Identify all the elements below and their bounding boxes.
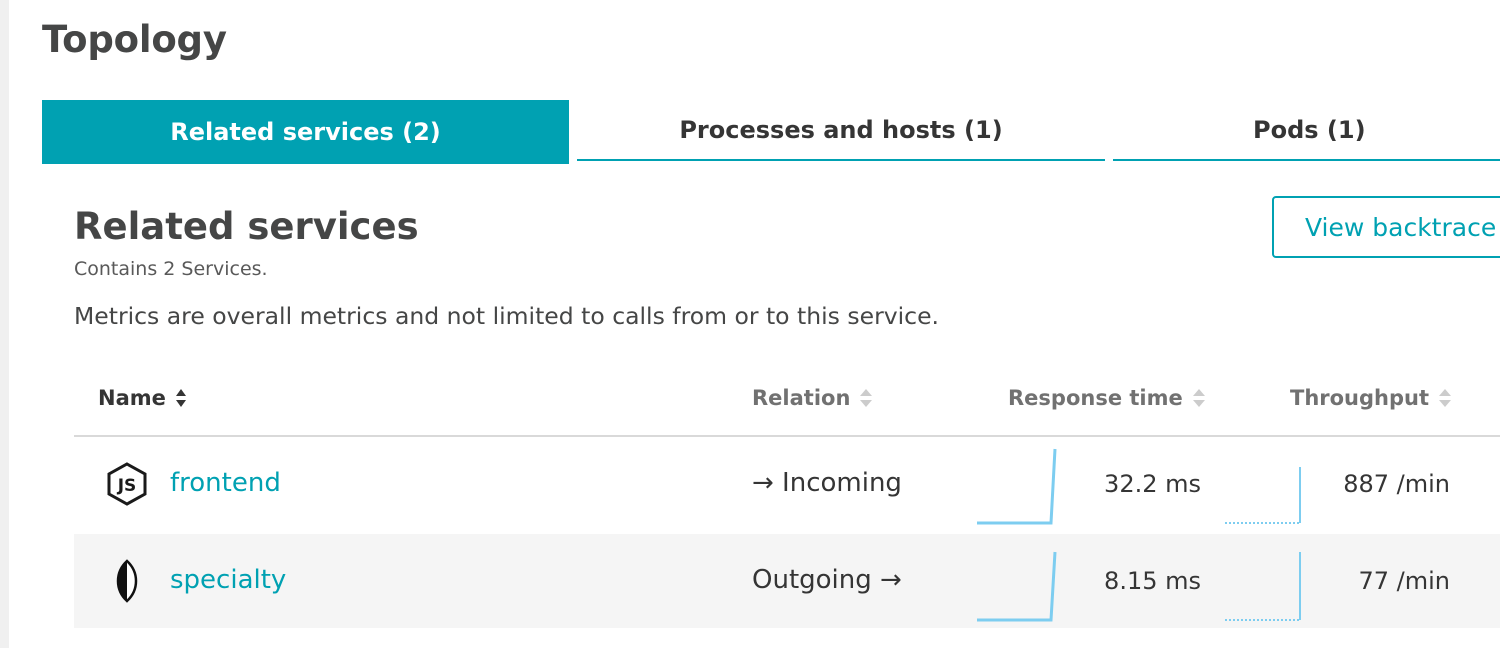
- section-subtitle: Contains 2 Services.: [74, 258, 268, 280]
- response-time-sparkline: [977, 551, 1057, 622]
- left-rail: [0, 0, 9, 648]
- throughput-cell: 887 /min: [1343, 470, 1450, 498]
- service-link-specialty[interactable]: specialty: [170, 565, 286, 595]
- nodejs-icon: JS: [107, 462, 147, 506]
- mongodb-icon: [116, 559, 138, 603]
- service-link-frontend[interactable]: frontend: [170, 468, 281, 498]
- table-row[interactable]: specialty Outgoing → 8.15 ms 77 /min: [74, 534, 1500, 628]
- tab-processes-and-hosts[interactable]: Processes and hosts (1): [577, 100, 1105, 161]
- sort-both-icon: [1192, 389, 1205, 407]
- throughput-cell: 77 /min: [1358, 567, 1450, 595]
- table-row[interactable]: JS frontend → Incoming 32.2 ms 887 /min: [74, 437, 1500, 531]
- svg-text:JS: JS: [117, 476, 137, 496]
- sort-both-icon: [1439, 389, 1452, 407]
- column-header-label: Response time: [1008, 386, 1183, 410]
- tab-pods[interactable]: Pods (1): [1113, 100, 1500, 161]
- sort-both-icon: [175, 389, 186, 407]
- section-title: Related services: [74, 205, 419, 248]
- column-header-response-time[interactable]: Response time: [1008, 386, 1205, 410]
- relation-cell: Outgoing →: [752, 565, 902, 595]
- response-time-cell: 32.2 ms: [1104, 470, 1201, 498]
- column-header-throughput[interactable]: Throughput: [1290, 386, 1452, 410]
- response-time-cell: 8.15 ms: [1104, 567, 1201, 595]
- tab-label: Processes and hosts (1): [679, 115, 1003, 144]
- tab-related-services[interactable]: Related services (2): [42, 100, 569, 164]
- tab-label: Pods (1): [1253, 115, 1366, 144]
- relation-cell: → Incoming: [752, 468, 902, 498]
- throughput-sparkline: [1225, 552, 1301, 621]
- sort-both-icon: [860, 389, 873, 407]
- response-time-sparkline: [977, 448, 1057, 525]
- page-title: Topology: [42, 18, 227, 61]
- column-header-label: Throughput: [1290, 386, 1430, 410]
- metrics-note: Metrics are overall metrics and not limi…: [74, 302, 940, 330]
- column-header-relation[interactable]: Relation: [752, 386, 873, 410]
- column-header-label: Name: [98, 386, 166, 410]
- tab-label: Related services (2): [170, 118, 441, 146]
- column-header-name[interactable]: Name: [98, 386, 186, 410]
- view-backtrace-button[interactable]: View backtrace: [1272, 196, 1500, 258]
- column-header-label: Relation: [752, 386, 851, 410]
- throughput-sparkline: [1225, 467, 1301, 524]
